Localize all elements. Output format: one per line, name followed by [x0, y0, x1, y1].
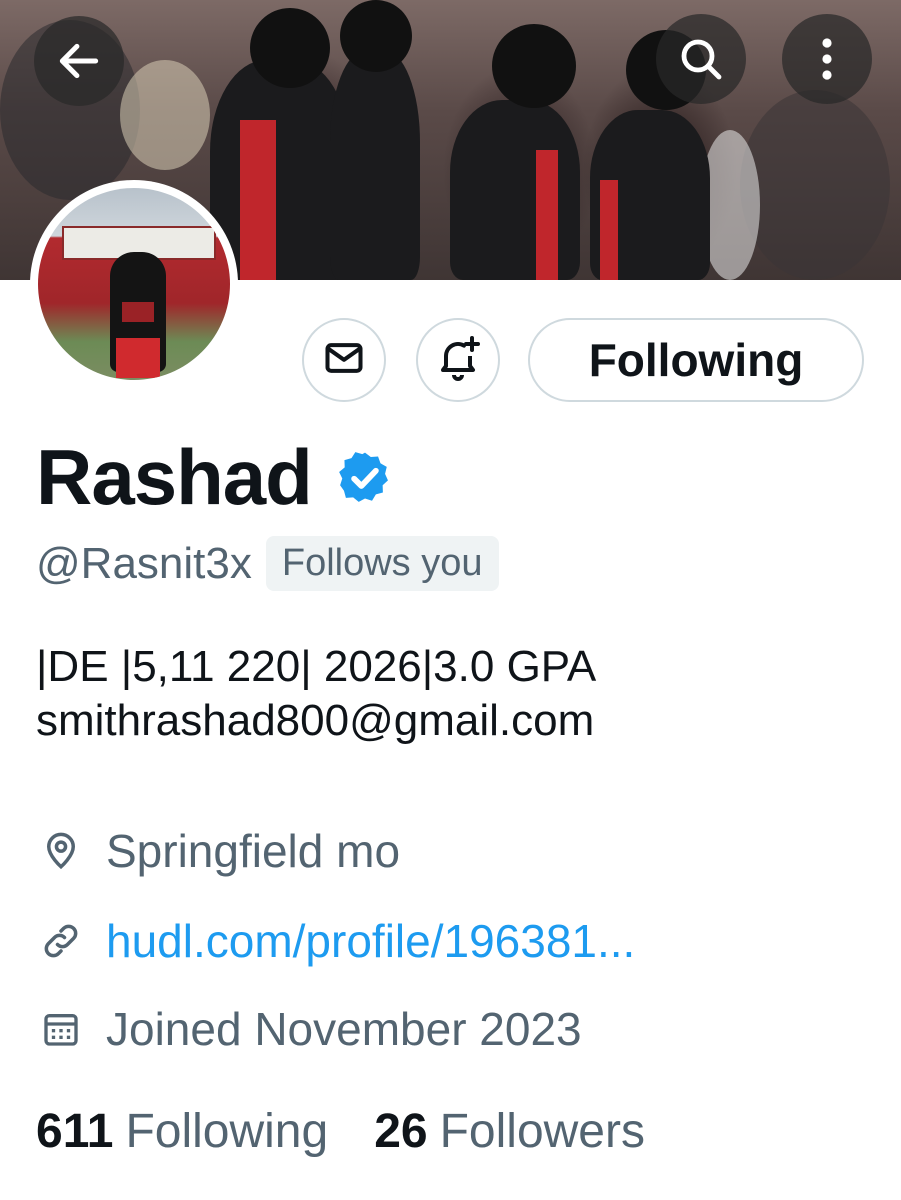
banner-player	[450, 24, 580, 280]
followers-label: Followers	[439, 1105, 645, 1158]
display-name: Rashad	[36, 433, 313, 521]
joined-text: Joined November 2023	[106, 1003, 582, 1055]
avatar[interactable]	[30, 180, 238, 388]
location-pin-icon	[36, 826, 86, 876]
search-button[interactable]	[656, 14, 746, 104]
verified-badge-icon[interactable]	[336, 449, 394, 512]
calendar-icon	[36, 1004, 86, 1054]
envelope-icon	[322, 336, 366, 385]
arrow-left-icon	[54, 36, 104, 86]
joined-row: Joined November 2023	[36, 1002, 582, 1056]
followers-count: 26	[374, 1105, 428, 1158]
bio: |DE |5,11 220| 2026|3.0 GPA smithrashad8…	[36, 640, 596, 748]
search-icon	[677, 35, 725, 83]
link-icon	[36, 916, 86, 966]
website-row: hudl.com/profile/196381...	[36, 914, 635, 968]
handle: @Rasnit3x	[36, 538, 252, 588]
following-button[interactable]: Following	[528, 318, 864, 402]
location-row: Springfield mo	[36, 824, 400, 878]
website-link[interactable]: hudl.com/profile/196381...	[106, 914, 635, 968]
follow-stats: 611 Following 26 Followers	[36, 1104, 645, 1159]
following-label: Following	[125, 1105, 329, 1158]
back-button[interactable]	[34, 16, 124, 106]
follows-you-badge: Follows you	[265, 536, 499, 591]
location-text: Springfield mo	[106, 825, 401, 877]
banner-player	[330, 0, 420, 280]
bio-line: |DE |5,11 220| 2026|3.0 GPA	[36, 642, 597, 691]
more-options-button[interactable]	[782, 14, 872, 104]
avatar-image	[38, 188, 230, 380]
banner-crowd	[120, 60, 210, 170]
banner-player	[590, 30, 710, 280]
banner-crowd	[740, 90, 890, 280]
following-stat[interactable]: 611 Following	[36, 1104, 328, 1159]
more-vertical-icon	[807, 35, 847, 83]
bell-plus-icon	[434, 334, 482, 387]
followers-stat[interactable]: 26 Followers	[374, 1104, 645, 1159]
bio-line[interactable]: smithrashad800@gmail.com	[36, 694, 596, 748]
profile-name-row: Rashad	[36, 432, 394, 522]
notifications-button[interactable]	[416, 318, 500, 402]
message-button[interactable]	[302, 318, 386, 402]
following-count: 611	[36, 1105, 114, 1158]
handle-row: @Rasnit3x Follows you	[36, 536, 499, 591]
